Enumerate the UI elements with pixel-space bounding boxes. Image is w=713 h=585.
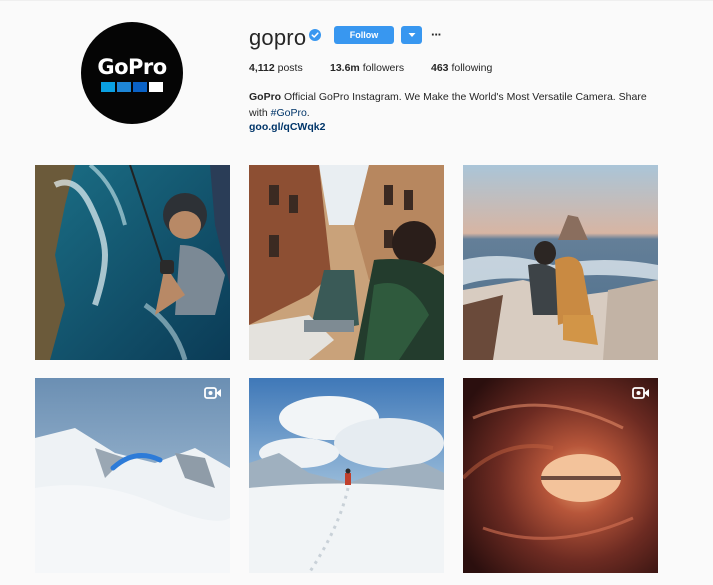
following-count: 463 [431,62,449,74]
more-options-button[interactable]: ··· [429,27,443,41]
gopro-logo-squares [101,81,163,92]
profile-bio: GoPro Official GoPro Instagram. We Make … [249,89,659,121]
follow-button[interactable]: Follow [334,26,394,44]
post-tile[interactable] [35,378,230,573]
post-image [249,378,444,573]
gopro-logo: GoPro [97,54,167,79]
following-label: following [451,62,493,74]
profile-link[interactable]: goo.gl/qCWqk2 [249,121,325,133]
video-camera-icon [204,387,221,399]
followers-count: 13.6m [330,62,360,74]
followers-stat[interactable]: 13.6m followers [330,62,404,74]
post-image [463,378,658,573]
following-stat[interactable]: 463 following [431,62,492,74]
chevron-down-icon [408,33,415,37]
profile-username: gopro [249,25,307,50]
suggested-accounts-button[interactable] [401,26,422,44]
verified-badge-icon [309,29,321,41]
post-image [463,165,658,360]
post-image [35,378,230,573]
posts-count: 4,112 [249,62,275,74]
post-image [249,165,444,360]
posts-stat: 4,112 posts [249,62,303,74]
bio-name: GoPro [249,91,282,103]
post-tile[interactable] [463,378,658,573]
post-tile[interactable] [249,165,444,360]
bio-end: . [306,107,310,119]
top-border [0,0,713,1]
post-tile[interactable] [249,378,444,573]
post-tile[interactable] [463,165,658,360]
profile-avatar[interactable]: GoPro [81,22,183,124]
post-tile[interactable] [35,165,230,360]
video-camera-icon [632,387,649,399]
followers-label: followers [362,62,405,74]
bio-hashtag[interactable]: #GoPro [271,107,307,119]
posts-label: posts [277,62,303,74]
more-options-icon: ··· [431,26,442,42]
post-image [35,165,230,360]
